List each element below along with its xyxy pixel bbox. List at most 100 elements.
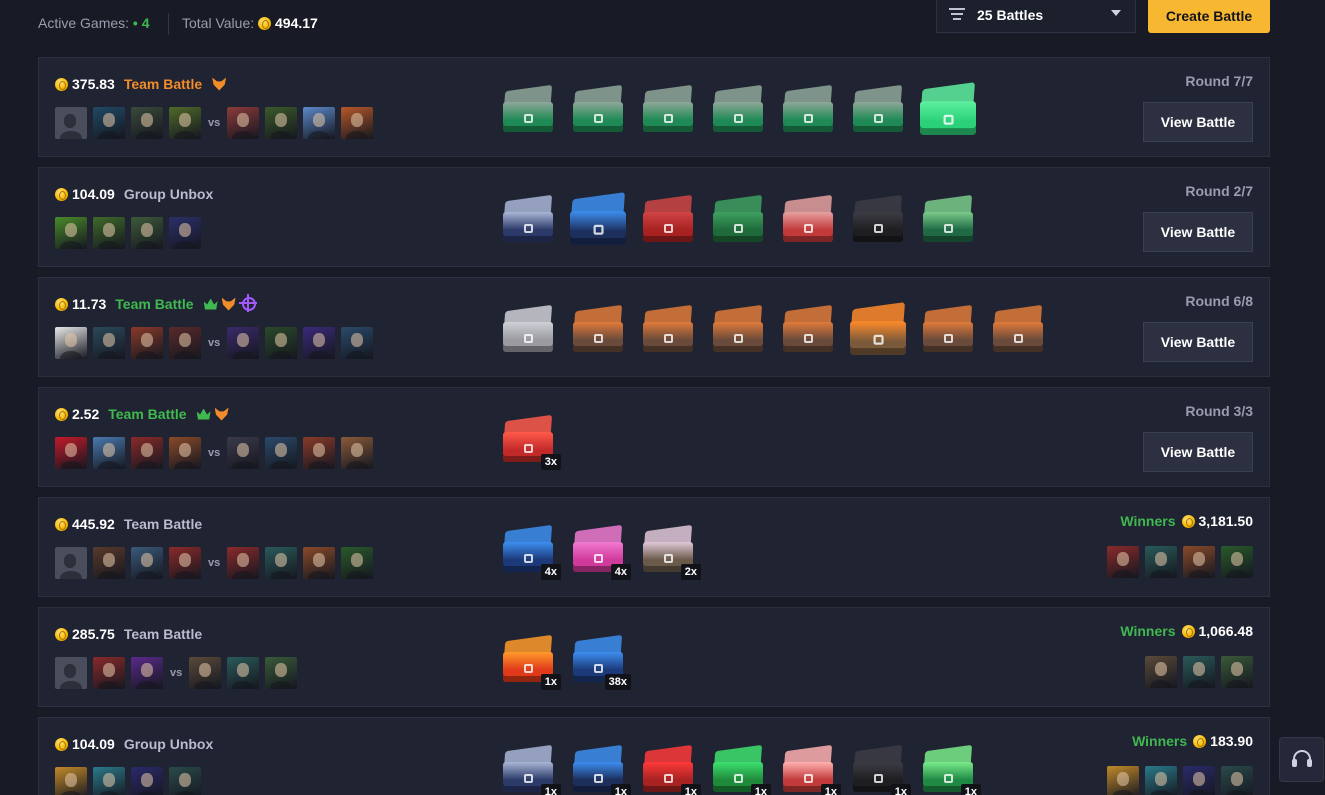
player-avatar[interactable]	[265, 547, 298, 579]
player-avatar[interactable]	[265, 657, 298, 689]
case-icon[interactable]: 4x	[569, 520, 631, 580]
player-avatar[interactable]	[131, 327, 163, 359]
player-avatar[interactable]	[303, 547, 336, 579]
battle-row[interactable]: 375.83 Team Battle vs Round 7/7 View Battle	[38, 57, 1270, 157]
player-avatar[interactable]	[55, 657, 87, 689]
player-avatar[interactable]	[227, 327, 260, 359]
case-icon[interactable]	[569, 300, 627, 356]
player-avatar[interactable]	[93, 217, 125, 249]
battle-row[interactable]: 285.75 Team Battle vs 1x 38x Winners 1,066.48	[38, 607, 1270, 707]
player-avatar[interactable]	[1221, 766, 1253, 795]
case-icon[interactable]	[709, 300, 767, 356]
player-avatar[interactable]	[55, 107, 87, 139]
player-avatar[interactable]	[1145, 656, 1177, 688]
player-avatar[interactable]	[55, 437, 87, 469]
player-avatar[interactable]	[55, 547, 87, 579]
player-avatar[interactable]	[131, 547, 163, 579]
case-icon[interactable]	[779, 80, 837, 136]
player-avatar[interactable]	[265, 107, 298, 139]
battle-row[interactable]: 11.73 Team Battle vs Round 6/8 View Battle	[38, 277, 1270, 377]
case-icon[interactable]	[849, 80, 907, 136]
case-icon[interactable]: 1x	[919, 740, 981, 795]
case-icon[interactable]	[779, 190, 837, 246]
player-avatar[interactable]	[227, 437, 260, 469]
case-icon[interactable]	[639, 300, 697, 356]
player-avatar[interactable]	[303, 327, 336, 359]
case-icon[interactable]	[499, 80, 557, 136]
player-avatar[interactable]	[1145, 766, 1177, 795]
support-button[interactable]	[1279, 737, 1324, 782]
case-icon[interactable]	[499, 190, 557, 246]
view-battle-button[interactable]: View Battle	[1143, 102, 1253, 142]
case-icon[interactable]: 1x	[779, 740, 841, 795]
create-battle-button[interactable]: Create Battle	[1148, 0, 1270, 33]
case-icon[interactable]: 2x	[639, 520, 701, 580]
case-icon[interactable]: 1x	[709, 740, 771, 795]
player-avatar[interactable]	[169, 327, 201, 359]
player-avatar[interactable]	[189, 657, 222, 689]
player-avatar[interactable]	[265, 437, 298, 469]
player-avatar[interactable]	[1221, 546, 1253, 578]
player-avatar[interactable]	[55, 217, 87, 249]
case-icon[interactable]: 3x	[499, 410, 561, 470]
battle-row[interactable]: 104.09 Group Unbox Round 2/7 View Battle	[38, 167, 1270, 267]
player-avatar[interactable]	[303, 437, 336, 469]
case-icon[interactable]: 1x	[569, 740, 631, 795]
case-icon[interactable]	[919, 300, 977, 356]
player-avatar[interactable]	[93, 107, 125, 139]
case-icon[interactable]: 1x	[499, 630, 561, 690]
player-avatar[interactable]	[341, 437, 374, 469]
player-avatar[interactable]	[93, 327, 125, 359]
player-avatar[interactable]	[303, 107, 336, 139]
case-icon[interactable]	[566, 187, 631, 250]
player-avatar[interactable]	[1183, 546, 1215, 578]
battles-filter-dropdown[interactable]: 25 Battles	[936, 0, 1136, 33]
player-avatar[interactable]	[169, 217, 201, 249]
case-icon[interactable]	[499, 300, 557, 356]
player-avatar[interactable]	[131, 437, 163, 469]
case-icon[interactable]	[639, 190, 697, 246]
player-avatar[interactable]	[1107, 766, 1139, 795]
player-avatar[interactable]	[131, 217, 163, 249]
case-icon[interactable]: 1x	[639, 740, 701, 795]
view-battle-button[interactable]: View Battle	[1143, 212, 1253, 252]
player-avatar[interactable]	[55, 327, 87, 359]
view-battle-button[interactable]: View Battle	[1143, 322, 1253, 362]
player-avatar[interactable]	[169, 107, 201, 139]
player-avatar[interactable]	[1107, 546, 1139, 578]
player-avatar[interactable]	[131, 107, 163, 139]
player-avatar[interactable]	[131, 657, 163, 689]
view-battle-button[interactable]: View Battle	[1143, 432, 1253, 472]
case-icon[interactable]	[846, 297, 911, 360]
player-avatar[interactable]	[93, 547, 125, 579]
player-avatar[interactable]	[227, 657, 260, 689]
player-avatar[interactable]	[93, 437, 125, 469]
player-avatar[interactable]	[341, 547, 374, 579]
case-icon[interactable]	[569, 80, 627, 136]
player-avatar[interactable]	[265, 327, 298, 359]
player-avatar[interactable]	[93, 767, 125, 795]
case-icon[interactable]	[916, 77, 981, 140]
battle-row[interactable]: 2.52 Team Battle vs 3x Round 3/3 View Battle	[38, 387, 1270, 487]
player-avatar[interactable]	[341, 327, 374, 359]
case-icon[interactable]	[779, 300, 837, 356]
player-avatar[interactable]	[131, 767, 163, 795]
case-icon[interactable]	[709, 190, 767, 246]
case-icon[interactable]	[989, 300, 1047, 356]
player-avatar[interactable]	[1221, 656, 1253, 688]
player-avatar[interactable]	[227, 547, 260, 579]
case-icon[interactable]	[849, 190, 907, 246]
player-avatar[interactable]	[169, 547, 201, 579]
case-icon[interactable]: 38x	[569, 630, 631, 690]
player-avatar[interactable]	[341, 107, 374, 139]
case-icon[interactable]	[709, 80, 767, 136]
player-avatar[interactable]	[169, 767, 201, 795]
player-avatar[interactable]	[1145, 546, 1177, 578]
player-avatar[interactable]	[93, 657, 125, 689]
player-avatar[interactable]	[1183, 766, 1215, 795]
case-icon[interactable]	[639, 80, 697, 136]
player-avatar[interactable]	[227, 107, 260, 139]
player-avatar[interactable]	[169, 437, 201, 469]
case-icon[interactable]: 1x	[499, 740, 561, 795]
player-avatar[interactable]	[55, 767, 87, 795]
